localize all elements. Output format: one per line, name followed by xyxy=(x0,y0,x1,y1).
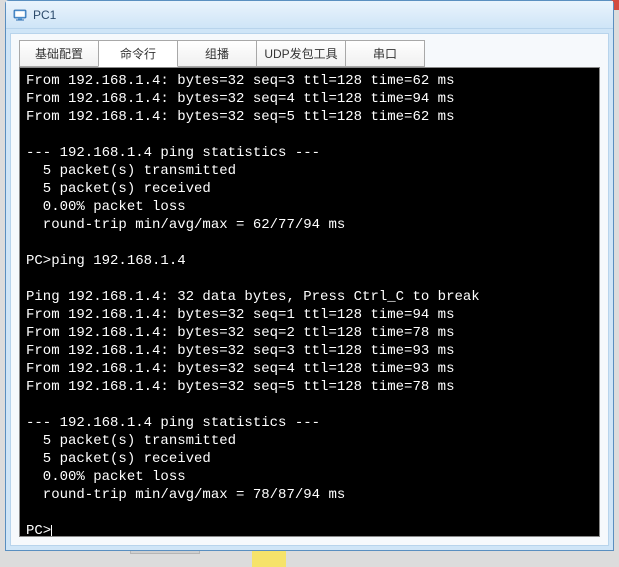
tab-serial[interactable]: 串口 xyxy=(345,40,425,67)
tab-bar: 基础配置 命令行 组播 UDP发包工具 串口 xyxy=(11,34,608,67)
window-title: PC1 xyxy=(33,8,56,22)
tab-basic-config[interactable]: 基础配置 xyxy=(19,40,99,67)
tab-udp-tool[interactable]: UDP发包工具 xyxy=(256,40,346,67)
terminal-cursor xyxy=(51,525,52,537)
pc-icon xyxy=(12,7,28,23)
pc1-window: PC1 基础配置 命令行 组播 UDP发包工具 串口 From 192.168.… xyxy=(5,0,614,551)
content-panel: 基础配置 命令行 组播 UDP发包工具 串口 From 192.168.1.4:… xyxy=(10,33,609,546)
titlebar[interactable]: PC1 xyxy=(6,1,613,29)
terminal-output[interactable]: From 192.168.1.4: bytes=32 seq=3 ttl=128… xyxy=(19,67,600,537)
tab-label: 串口 xyxy=(373,47,397,61)
tab-label: 组播 xyxy=(205,47,229,61)
tab-label: UDP发包工具 xyxy=(264,47,337,61)
tab-multicast[interactable]: 组播 xyxy=(177,40,257,67)
terminal-container: From 192.168.1.4: bytes=32 seq=3 ttl=128… xyxy=(11,67,608,545)
tab-label: 基础配置 xyxy=(35,47,83,61)
tab-label: 命令行 xyxy=(120,47,156,61)
tab-command-line[interactable]: 命令行 xyxy=(98,40,178,67)
